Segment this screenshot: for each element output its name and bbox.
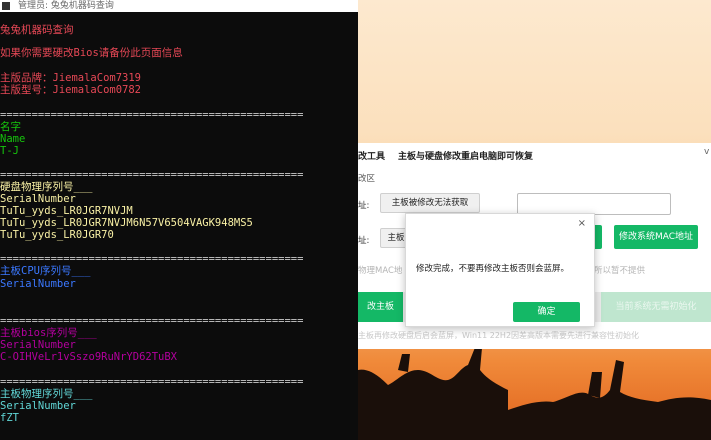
tool-title-bar: 改工具 主板与硬盘修改重启电脑即可恢复 v bbox=[358, 147, 709, 162]
console-line: SerialNumber bbox=[0, 339, 76, 351]
console-line: SerialNumber bbox=[0, 278, 76, 290]
console-separator: ========================================… bbox=[0, 315, 304, 327]
row1-label: 址: bbox=[358, 201, 370, 211]
console-window: 管理员: 兔兔机器码查询 兔兔机器码查询 如果你需要硬改Bios请备份此页面信息… bbox=[0, 0, 359, 440]
hint-right: 所以暂不提供 bbox=[594, 266, 646, 276]
message-dialog: × 修改完成，不要再修改主板否则会蓝屏。 确定 bbox=[405, 213, 595, 327]
console-separator: ========================================… bbox=[0, 253, 304, 265]
console-line: 如果你需要硬改Bios请备份此页面信息 bbox=[0, 47, 183, 59]
console-line: 主版品牌：JiemalaCom7319 bbox=[0, 72, 142, 84]
tool-title: 改工具 bbox=[358, 152, 386, 162]
console-line: Name bbox=[0, 133, 26, 145]
console-app-icon bbox=[2, 2, 10, 10]
console-title: 管理员: 兔兔机器码查询 bbox=[18, 1, 114, 11]
row2-label: 址: bbox=[358, 236, 370, 246]
modify-board-button[interactable]: 改主板 bbox=[358, 292, 403, 322]
console-line: 主版型号：JiemalaCom0782 bbox=[0, 84, 142, 96]
close-icon[interactable]: × bbox=[578, 218, 586, 229]
footer-note: 主板再修改硬盘后启会蓝屏，Win11 22H2因差高版本需要先进行兼容性初始化 bbox=[358, 331, 640, 340]
console-line: fZT bbox=[0, 412, 19, 424]
get-board-button[interactable]: 主板被修改无法获取 bbox=[380, 193, 480, 213]
console-line: C-OIHVeLr1vSszo9RuNrYD62TuBX bbox=[0, 351, 178, 363]
console-line: SerialNumber bbox=[0, 400, 76, 412]
dialog-message: 修改完成，不要再修改主板否则会蓝屏。 bbox=[416, 264, 570, 274]
console-separator: ========================================… bbox=[0, 169, 304, 181]
console-line: 硬盘物理序列号___ bbox=[0, 181, 93, 193]
console-separator: ========================================… bbox=[0, 376, 304, 388]
console-line: TuTu_yyds_LR0JGR70 bbox=[0, 229, 114, 241]
console-line: 名字 bbox=[0, 121, 21, 133]
console-line: T-J bbox=[0, 145, 19, 157]
console-line: 兔兔机器码查询 bbox=[0, 24, 74, 36]
console-line: 主板CPU序列号___ bbox=[0, 265, 91, 277]
modify-mac-button[interactable]: 修改系统MAC地址 bbox=[614, 225, 698, 249]
console-line: TuTu_yyds_LR0JGR7NVJM bbox=[0, 205, 133, 217]
console-line: 主板物理序列号___ bbox=[0, 388, 93, 400]
section-label: 改区 bbox=[358, 174, 376, 184]
board-serial-input[interactable] bbox=[517, 193, 671, 215]
console-line: 主板bios序列号___ bbox=[0, 327, 97, 339]
confirm-button[interactable]: 确定 bbox=[513, 302, 580, 322]
tool-subtitle: 主板与硬盘修改重启电脑即可恢复 bbox=[398, 152, 534, 162]
camel-silhouette-image bbox=[358, 345, 711, 440]
chevron-down-icon[interactable]: v bbox=[704, 147, 709, 157]
console-line: TuTu_yyds_LR0JGR7NVJM6N57V6504VAGK948MS5 bbox=[0, 217, 253, 229]
init-system-button[interactable]: 当前系统无需初始化 bbox=[601, 292, 711, 322]
console-separator: ========================================… bbox=[0, 109, 304, 121]
console-titlebar[interactable]: 管理员: 兔兔机器码查询 bbox=[0, 0, 358, 12]
hint-left: 物理MAC地 bbox=[358, 266, 403, 276]
console-line: SerialNumber bbox=[0, 193, 76, 205]
